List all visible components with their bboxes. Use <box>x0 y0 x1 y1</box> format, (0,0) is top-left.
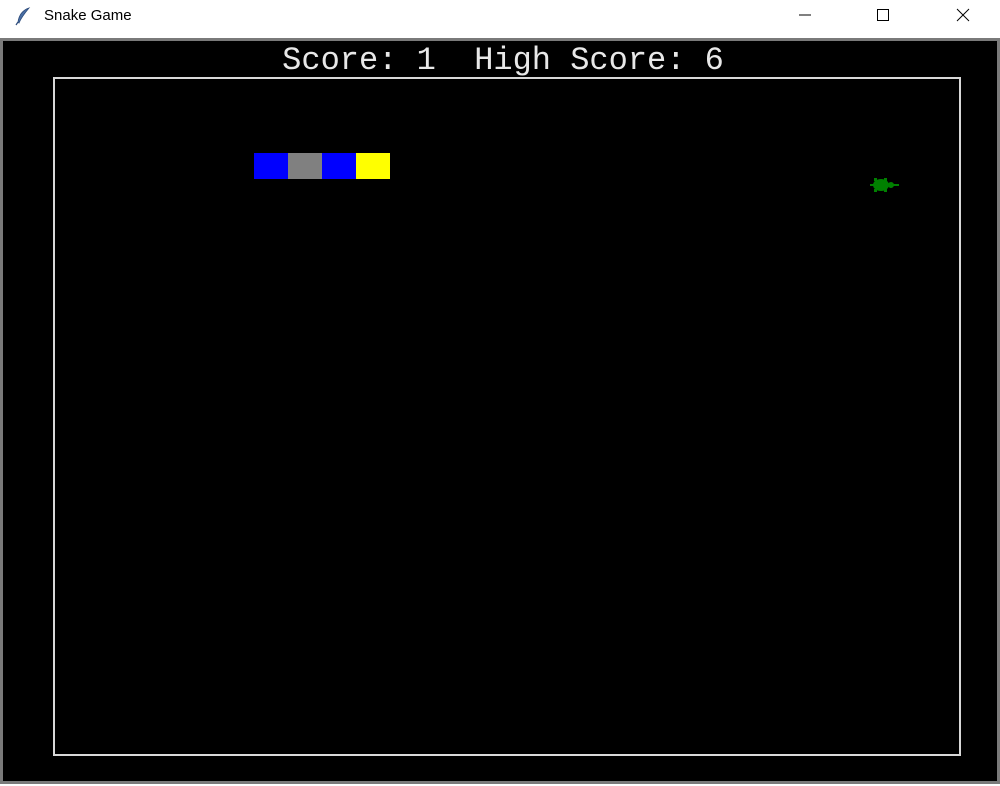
game-canvas[interactable]: Score: 1 High Score: 6 <box>3 41 997 781</box>
canvas-frame: Score: 1 High Score: 6 <box>0 38 1000 784</box>
minimize-button[interactable] <box>782 0 828 34</box>
snake-segment <box>288 153 322 179</box>
snake-segment <box>322 153 356 179</box>
maximize-button[interactable] <box>860 0 906 34</box>
play-area <box>53 77 961 756</box>
close-button[interactable] <box>940 0 986 34</box>
score-value: 1 <box>416 42 436 79</box>
window-title: Snake Game <box>44 7 132 24</box>
turtle-icon <box>867 175 901 195</box>
high-score-value: 6 <box>704 42 724 79</box>
snake-segment <box>254 153 288 179</box>
minimize-icon <box>798 8 812 27</box>
scoreboard: Score: 1 High Score: 6 <box>3 43 1000 79</box>
feather-icon <box>14 6 34 26</box>
score-label: Score: <box>282 42 398 79</box>
close-icon <box>956 8 970 27</box>
snake-head <box>356 153 390 179</box>
title-bar[interactable]: Snake Game <box>0 0 1000 34</box>
maximize-icon <box>876 8 890 27</box>
high-score-label: High Score: <box>474 42 686 79</box>
app-window: Snake Game Score: 1 High Score: 6 <box>0 0 1000 786</box>
